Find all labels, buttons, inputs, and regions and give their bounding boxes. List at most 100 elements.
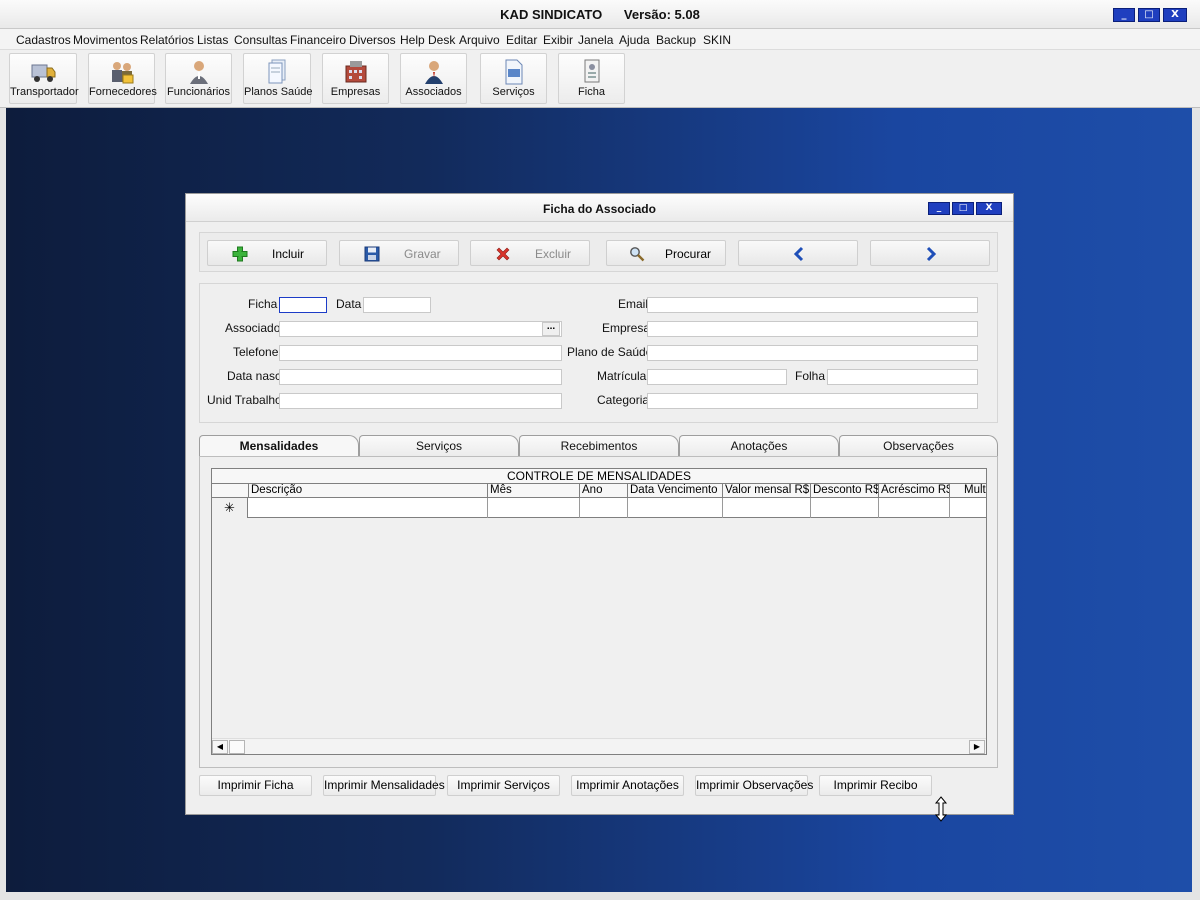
email-label: Email [618,297,649,311]
resize-cursor-icon [934,796,948,822]
menu-financeiro[interactable]: Financeiro [290,33,346,47]
scroll-right-arrow-icon[interactable]: ▶ [969,740,985,754]
tab-mensalidades[interactable]: Mensalidades [199,435,359,457]
excluir-button[interactable]: Excluir [470,240,590,266]
grid-header-data-vencimento[interactable]: Data Vencimento [628,484,723,497]
previous-record-button[interactable] [738,240,858,266]
toolbar-associados-label: Associados [405,86,462,98]
menu-exibir[interactable]: Exibir [543,33,573,47]
procurar-button[interactable]: Procurar [606,240,726,266]
grid-cell-desconto[interactable] [811,498,879,518]
grid-cell-descricao[interactable] [249,498,488,518]
grid-cell-mes[interactable] [488,498,580,518]
data-input[interactable] [363,297,431,313]
imprimir-mensalidades-button[interactable]: Imprimir Mensalidades [323,775,445,796]
delete-icon [496,247,510,261]
toolbar-funcionarios-button[interactable]: Funcionários [165,53,232,104]
imprimir-observacoes-button[interactable]: Imprimir Observações [695,775,813,796]
menu-ajuda[interactable]: Ajuda [619,33,650,47]
dialog-titlebar[interactable]: Ficha do Associado _ □ X [186,194,1013,222]
dialog-minimize-button[interactable]: _ [928,202,950,215]
grid-header-mes[interactable]: Mês [488,484,580,497]
grid-cell-multa[interactable] [950,498,986,518]
categoria-input[interactable] [647,393,978,409]
grid-cell-acrescimo[interactable] [879,498,950,518]
menu-janela[interactable]: Janela [578,33,613,47]
imprimir-ficha-button[interactable]: Imprimir Ficha [199,775,312,796]
new-row-indicator-icon: ✳ [212,498,248,518]
categoria-label: Categoria [597,393,650,407]
scroll-left-arrow-icon[interactable]: ◀ [212,740,228,754]
mensalidades-grid[interactable]: CONTROLE DE MENSALIDADES Descrição Mês A… [211,468,987,755]
folha-input[interactable] [827,369,978,385]
menu-cadastros[interactable]: Cadastros [16,33,71,47]
ficha-label: Ficha [248,297,278,311]
grid-new-row[interactable]: ✳ [212,498,986,518]
grid-header-indicator [212,484,249,497]
toolbar-ficha-label: Ficha [578,86,605,98]
data-nasc-input[interactable] [279,369,562,385]
app-maximize-button[interactable]: □ [1138,8,1160,22]
grid-cell-valor-mensal[interactable] [723,498,811,518]
employee-icon [189,61,208,84]
toolbar-ficha-button[interactable]: Ficha [558,53,625,104]
ficha-input[interactable] [279,297,327,313]
menu-consultas[interactable]: Consultas [234,33,287,47]
app-close-button[interactable]: X [1163,8,1187,22]
imprimir-anotacoes-button[interactable]: Imprimir Anotações [571,775,684,796]
menu-help-desk[interactable]: Help Desk [400,33,455,47]
imprimir-servicos-button[interactable]: Imprimir Serviços [447,775,560,796]
associado-input[interactable] [279,321,562,337]
grid-horizontal-scrollbar[interactable]: ◀ ▶ [212,738,986,754]
tab-recebimentos[interactable]: Recebimentos [519,435,679,456]
incluir-label: Incluir [272,247,305,261]
grid-header-desconto[interactable]: Desconto R$ [811,484,879,497]
grid-header-multa[interactable]: Multa [950,484,986,497]
email-input[interactable] [647,297,978,313]
scroll-thumb[interactable] [229,740,245,754]
next-record-button[interactable] [870,240,990,266]
menu-listas[interactable]: Listas [197,33,228,47]
menu-diversos[interactable]: Diversos [349,33,396,47]
toolbar-servicos-button[interactable]: Serviços [480,53,547,104]
app-minimize-button[interactable]: _ [1113,8,1135,22]
toolbar-planos-saude-button[interactable]: Planos Saúde [243,53,313,104]
gravar-label: Gravar [404,247,441,261]
imprimir-recibo-button[interactable]: Imprimir Recibo [819,775,932,796]
grid-header-acrescimo[interactable]: Acréscimo R$ [879,484,950,497]
tab-anotacoes[interactable]: Anotações [679,435,839,456]
empresa-label: Empresa [602,321,651,335]
toolbar-transportador-button[interactable]: Transportador [9,53,79,104]
grid-header-valor-mensal[interactable]: Valor mensal R$ [723,484,811,497]
dialog-maximize-button[interactable]: □ [952,202,974,215]
grid-cell-data-vencimento[interactable] [628,498,723,518]
dialog-close-button[interactable]: X [976,202,1002,215]
toolbar-fornecedores-button[interactable]: Fornecedores [88,53,157,104]
telefone-input[interactable] [279,345,562,361]
plano-saude-input[interactable] [647,345,978,361]
unid-trabalho-label: Unid Trabalho [207,393,282,407]
grid-header-ano[interactable]: Ano [580,484,628,497]
menu-relatorios[interactable]: Relatórios [140,33,194,47]
menu-backup[interactable]: Backup [656,33,696,47]
gravar-button[interactable]: Gravar [339,240,459,266]
toolbar-transportador-label: Transportador [10,86,79,98]
unid-trabalho-input[interactable] [279,393,562,409]
menu-movimentos[interactable]: Movimentos [73,33,138,47]
toolbar-empresas-button[interactable]: Empresas [322,53,389,104]
associado-lookup-button[interactable]: ... [542,322,560,336]
grid-cell-ano[interactable] [580,498,628,518]
incluir-button[interactable]: Incluir [207,240,327,266]
tab-observacoes[interactable]: Observações [839,435,998,456]
matricula-input[interactable] [647,369,787,385]
grid-caption: CONTROLE DE MENSALIDADES [212,469,986,484]
truck-icon [31,64,56,82]
toolbar-associados-button[interactable]: Associados [400,53,467,104]
menu-skin[interactable]: SKIN [703,33,731,47]
tab-servicos[interactable]: Serviços [359,435,519,456]
grid-header-descricao[interactable]: Descrição [249,484,488,497]
menu-editar[interactable]: Editar [506,33,537,47]
app-frame-bottom [0,892,1200,900]
empresa-input[interactable] [647,321,978,337]
menu-arquivo[interactable]: Arquivo [459,33,500,47]
